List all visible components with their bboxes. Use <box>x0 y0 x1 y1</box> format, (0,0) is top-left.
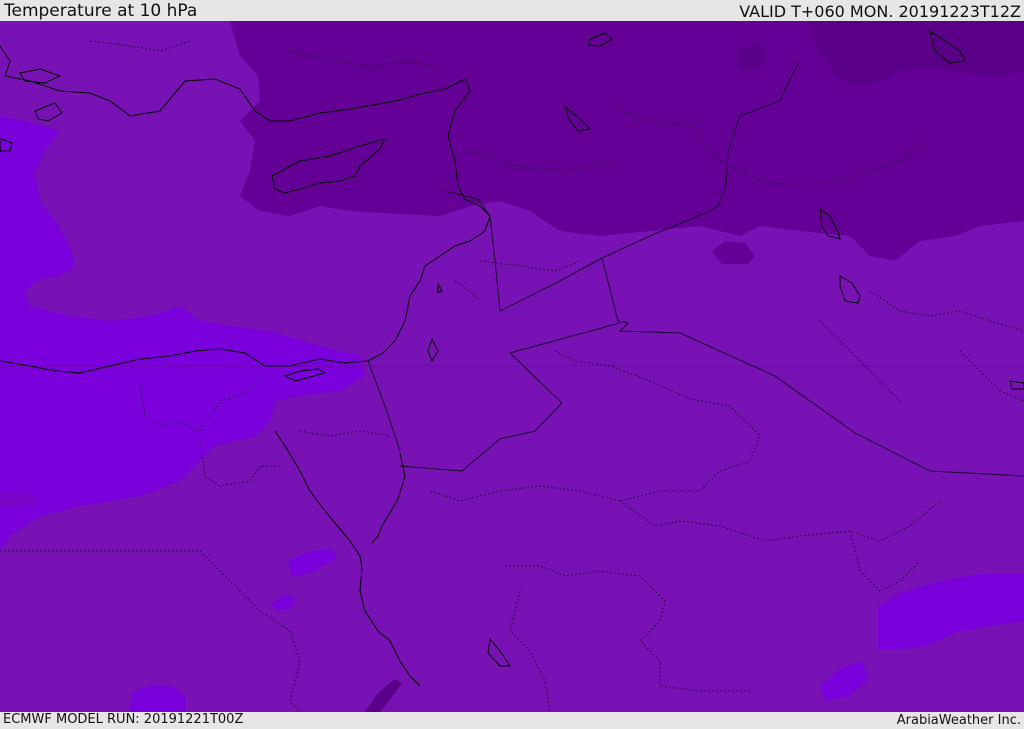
map-title: Temperature at 10 hPa <box>4 1 198 21</box>
header-bar: Temperature at 10 hPa VALID T+060 MON. 2… <box>0 0 1024 21</box>
credit: ArabiaWeather Inc. <box>896 713 1021 728</box>
footer-bar: ECMWF MODEL RUN: 20191221T00Z ArabiaWeat… <box>0 712 1024 729</box>
model-run: ECMWF MODEL RUN: 20191221T00Z <box>3 712 244 727</box>
map-canvas <box>0 21 1024 712</box>
temperature-map[interactable] <box>0 21 1024 712</box>
valid-time: VALID T+060 MON. 20191223T12Z <box>739 2 1021 21</box>
